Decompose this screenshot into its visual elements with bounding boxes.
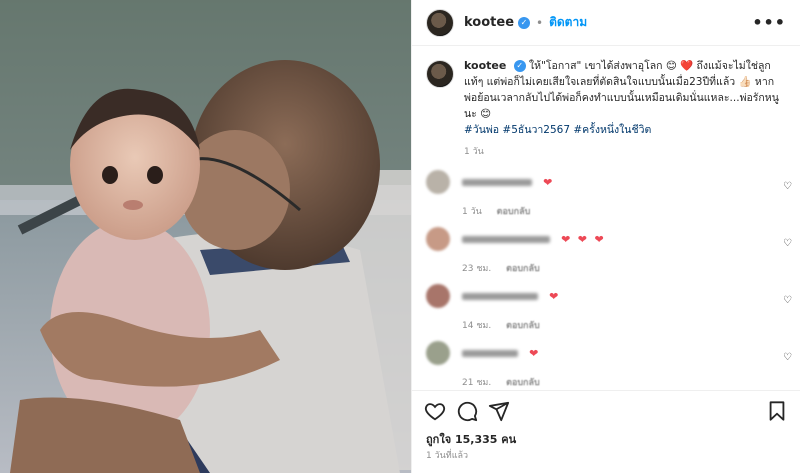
caption-hashtags[interactable]: #วันพ่อ #5ธันวา2567 #ครั้งหนึ่งในชีวิต	[464, 122, 784, 138]
comment-meta: 1 วัน ตอบกลับ	[462, 204, 554, 218]
comment-body: ❤ 1 วัน ตอบกลับ	[462, 166, 554, 218]
bookmark-icon[interactable]	[766, 400, 788, 422]
commenter-username-blurred[interactable]	[462, 179, 532, 186]
verified-icon: ✓	[513, 60, 526, 72]
comment-row: ❤ 21 ชม. ตอบกลับ ♡	[412, 337, 800, 390]
father-and-baby-photo	[0, 0, 411, 473]
heart-icon[interactable]: ♡	[783, 352, 792, 363]
author-avatar[interactable]	[426, 8, 454, 37]
separator-dot: •	[536, 15, 544, 30]
comment-icon[interactable]	[456, 400, 478, 422]
reply-button[interactable]: ตอบกลับ	[497, 207, 531, 217]
post-header: kootee ✓ • ติดตาม •••	[412, 0, 800, 46]
follow-button[interactable]: ติดตาม	[549, 13, 587, 32]
comment-row: ❤ 14 ชม. ตอบกลับ ♡	[412, 280, 800, 337]
commenter-avatar[interactable]	[426, 284, 450, 308]
commenter-username-blurred[interactable]	[462, 236, 550, 243]
comment-meta: 21 ชม. ตอบกลับ	[462, 375, 540, 389]
comment-meta: 23 ชม. ตอบกลับ	[462, 261, 606, 275]
comment-body: ❤ ❤ ❤ 23 ชม. ตอบกลับ	[462, 223, 606, 275]
more-icon[interactable]: •••	[752, 13, 786, 32]
caption: kootee ✓ ให้"โอกาส" เขาได้ส่งพาอุโลก 😊 ❤…	[412, 46, 800, 166]
heart-icon[interactable]: ♡	[783, 238, 792, 249]
caption-avatar[interactable]	[426, 60, 454, 88]
comment-time: 23 ชม.	[462, 264, 492, 274]
caption-text: ให้"โอกาส" เขาได้ส่งพาอุโลก 😊 ❤️ ถึงแม้จ…	[464, 60, 779, 120]
commenter-avatar[interactable]	[426, 227, 450, 251]
comment-hearts: ❤	[529, 347, 541, 360]
comment-hearts: ❤ ❤ ❤	[561, 233, 606, 246]
instagram-post: kootee ✓ • ติดตาม ••• kootee ✓ ให้"โอกาส…	[0, 0, 800, 473]
caption-username[interactable]: kootee	[464, 59, 506, 72]
comment-row: ❤ 1 วัน ตอบกลับ ♡	[412, 166, 800, 223]
post-photo[interactable]	[0, 0, 411, 473]
verified-icon: ✓	[518, 16, 531, 29]
share-icon[interactable]	[488, 400, 510, 422]
comment-time: 1 วัน	[462, 207, 482, 217]
comment-row: ❤ ❤ ❤ 23 ชม. ตอบกลับ ♡	[412, 223, 800, 280]
commenter-avatar[interactable]	[426, 341, 450, 365]
reply-button[interactable]: ตอบกลับ	[506, 321, 540, 331]
reply-button[interactable]: ตอบกลับ	[506, 378, 540, 388]
post-date: 1 วันที่แล้ว	[426, 451, 469, 461]
heart-icon[interactable]: ♡	[783, 181, 792, 192]
comment-body: ❤ 21 ชม. ตอบกลับ	[462, 337, 540, 389]
reply-button[interactable]: ตอบกลับ	[506, 264, 540, 274]
comment-body: ❤ 14 ชม. ตอบกลับ	[462, 280, 560, 332]
comments-list[interactable]: kootee ✓ ให้"โอกาส" เขาได้ส่งพาอุโลก 😊 ❤…	[412, 46, 800, 390]
comment-time: 21 ชม.	[462, 378, 492, 388]
comment-hearts: ❤	[543, 176, 555, 189]
commenter-username-blurred[interactable]	[462, 350, 518, 357]
author-username[interactable]: kootee	[464, 15, 514, 30]
heart-icon[interactable]: ♡	[783, 295, 792, 306]
commenter-avatar[interactable]	[426, 170, 450, 194]
comment-hearts: ❤	[549, 290, 561, 303]
caption-body: kootee ✓ ให้"โอกาส" เขาได้ส่งพาอุโลก 😊 ❤…	[464, 58, 784, 160]
caption-time: 1 วัน	[464, 147, 484, 157]
comment-meta: 14 ชม. ตอบกลับ	[462, 318, 560, 332]
post-side-panel: kootee ✓ • ติดตาม ••• kootee ✓ ให้"โอกาส…	[411, 0, 800, 473]
heart-icon[interactable]	[424, 400, 446, 422]
action-bar	[412, 390, 800, 430]
likes-count[interactable]: ถูกใจ 15,335 คน	[426, 430, 516, 448]
comment-time: 14 ชม.	[462, 321, 492, 331]
commenter-username-blurred[interactable]	[462, 293, 538, 300]
